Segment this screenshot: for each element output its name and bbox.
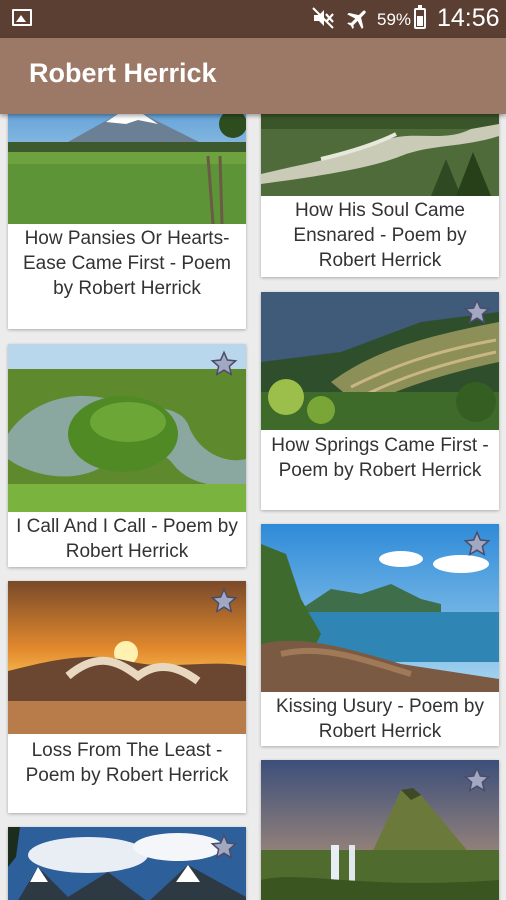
favorite-star-icon[interactable] <box>463 530 491 558</box>
airplane-mode-icon <box>347 10 366 29</box>
app-title: Robert Herrick <box>29 58 217 88</box>
status-bar: 59% 14:56 <box>0 0 506 38</box>
app-bar: Robert Herrick <box>0 38 506 114</box>
poem-title: How Pansies Or Hearts-Ease Came First - … <box>23 228 231 299</box>
status-time: 14:56 <box>437 4 500 32</box>
poem-grid[interactable]: How Pansies Or Hearts-Ease Came First - … <box>0 114 506 900</box>
poem-card[interactable] <box>8 827 246 900</box>
favorite-star-icon[interactable] <box>210 350 238 378</box>
mountain-meadow-image <box>8 114 246 224</box>
poem-title: Loss From The Least - Poem by Robert Her… <box>25 740 229 786</box>
poem-card[interactable]: How Springs Came First - Poem by Robert … <box>261 292 499 510</box>
poem-card[interactable]: Loss From The Least - Poem by Robert Her… <box>8 581 246 813</box>
poem-title: How Springs Came First - Poem by Robert … <box>271 435 489 481</box>
poem-title: Kissing Usury - Poem by Robert Herrick <box>275 696 484 742</box>
poem-card[interactable]: I Call And I Call - Poem by Robert Herri… <box>8 344 246 567</box>
poem-title: I Call And I Call - Poem by Robert Herri… <box>16 516 238 562</box>
poem-card[interactable]: Kissing Usury - Poem by Robert Herrick <box>261 524 499 746</box>
poem-title: How His Soul Came Ensnared - Poem by Rob… <box>293 200 467 271</box>
favorite-star-icon[interactable] <box>463 298 491 326</box>
favorite-star-icon[interactable] <box>210 833 238 861</box>
gallery-notification-icon <box>12 9 32 26</box>
poem-card[interactable]: How His Soul Came Ensnared - Poem by Rob… <box>261 114 499 277</box>
river-valley-image <box>261 114 499 196</box>
poem-card[interactable]: How Pansies Or Hearts-Ease Came First - … <box>8 114 246 329</box>
favorite-star-icon[interactable] <box>463 766 491 794</box>
battery-percentage: 59% <box>377 10 412 29</box>
battery-icon <box>414 5 426 29</box>
mute-icon <box>312 7 334 29</box>
favorite-star-icon[interactable] <box>210 587 238 615</box>
poem-card[interactable] <box>261 760 499 900</box>
